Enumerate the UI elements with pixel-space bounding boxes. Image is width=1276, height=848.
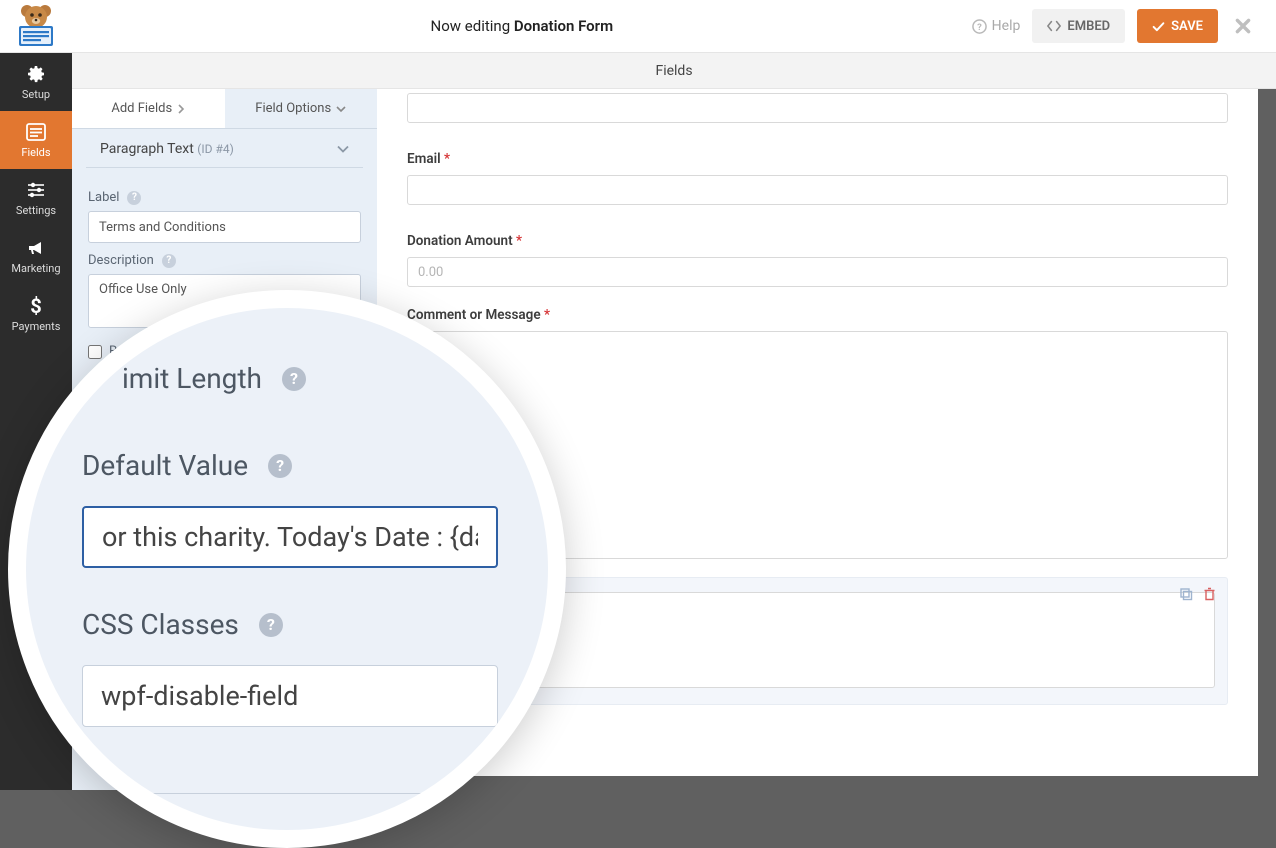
sliders-icon (26, 180, 46, 200)
option-description-label: Description ? (88, 253, 361, 268)
css-classes-text: CSS Classes (82, 608, 239, 641)
tab-field-options[interactable]: Field Options (225, 89, 378, 128)
name-input[interactable] (407, 93, 1228, 123)
field-row-tools (1179, 587, 1217, 601)
svg-text:?: ? (977, 21, 982, 32)
css-classes-section: CSS Classes ? (82, 608, 498, 727)
required-asterisk: * (444, 151, 450, 167)
required-asterisk: * (516, 233, 522, 249)
side-tabs: Add Fields Field Options (72, 89, 377, 129)
close-button[interactable] (1230, 17, 1256, 35)
chevron-down-icon (337, 145, 349, 153)
limit-length-text: imit Length (122, 362, 262, 395)
chevron-down-icon (336, 105, 346, 113)
option-label-label: Label ? (88, 190, 361, 205)
bullhorn-icon (26, 238, 46, 258)
trash-icon[interactable] (1203, 587, 1217, 601)
embed-label: EMBED (1067, 19, 1110, 34)
email-label-text: Email (407, 151, 441, 167)
nav-setup[interactable]: Setup (0, 53, 72, 111)
tab-add-fields[interactable]: Add Fields (72, 89, 225, 128)
amount-label: Donation Amount * (407, 233, 1228, 249)
close-icon (1234, 17, 1252, 35)
field-header[interactable]: Paragraph Text (ID #4) (86, 129, 363, 168)
css-classes-input[interactable] (82, 665, 498, 727)
label-input[interactable] (88, 211, 361, 243)
help-label: Help (992, 18, 1021, 34)
email-label: Email * (407, 151, 1228, 167)
nav-settings[interactable]: Settings (0, 169, 72, 227)
default-value-input[interactable] (82, 506, 498, 568)
save-label: SAVE (1171, 19, 1203, 34)
default-value-label: Default Value ? (82, 449, 498, 482)
field-type-name: Paragraph Text (100, 141, 194, 157)
help-icon[interactable]: ? (282, 367, 306, 391)
field-donation-amount: Donation Amount * (407, 233, 1228, 287)
help-icon[interactable]: ? (127, 191, 141, 205)
css-classes-label: CSS Classes ? (82, 608, 498, 641)
save-button[interactable]: SAVE (1137, 9, 1218, 43)
field-type: Paragraph Text (ID #4) (100, 141, 234, 157)
title-prefix: Now editing (431, 17, 511, 35)
bear-logo-icon (13, 2, 59, 48)
email-input[interactable] (407, 175, 1228, 205)
default-value-text: Default Value (82, 449, 248, 482)
list-icon (26, 122, 46, 142)
field-name (407, 93, 1228, 123)
help-icon[interactable]: ? (268, 454, 292, 478)
help-icon[interactable]: ? (259, 613, 283, 637)
tab-field-options-label: Field Options (255, 101, 331, 116)
nav-settings-label: Settings (16, 204, 56, 217)
field-email: Email * (407, 151, 1228, 205)
gear-icon (26, 64, 46, 84)
subheader: Fields (72, 53, 1276, 89)
zoom-content: imit Length ? Default Value ? CSS Classe… (26, 308, 548, 830)
help-icon: ? (972, 19, 987, 34)
nav-marketing[interactable]: Marketing (0, 227, 72, 285)
nav-fields-label: Fields (21, 146, 50, 159)
help-icon[interactable]: ? (162, 254, 176, 268)
nav-fields[interactable]: Fields (0, 111, 72, 169)
amount-input[interactable] (407, 257, 1228, 287)
subheader-title: Fields (655, 63, 692, 79)
nav-setup-label: Setup (22, 88, 50, 101)
help-link[interactable]: ? Help (972, 18, 1021, 34)
amount-label-text: Donation Amount (407, 233, 513, 249)
check-icon (1152, 20, 1165, 33)
field-id: (ID #4) (197, 142, 234, 156)
option-label-text: Label (88, 190, 119, 205)
page-title: Now editing Donation Form (72, 17, 972, 35)
nav-marketing-label: Marketing (11, 262, 60, 275)
divider (82, 793, 498, 794)
tab-add-fields-label: Add Fields (111, 101, 172, 116)
chevron-right-icon (177, 104, 185, 114)
embed-button[interactable]: EMBED (1032, 9, 1125, 43)
option-description-text: Description (88, 253, 154, 268)
form-name: Donation Form (514, 17, 613, 35)
top-actions: ? Help EMBED SAVE (972, 9, 1276, 43)
zoom-lens: imit Length ? Default Value ? CSS Classe… (8, 290, 566, 848)
top-bar: Now editing Donation Form ? Help EMBED S… (0, 0, 1276, 53)
default-value-section: Default Value ? (82, 449, 498, 568)
wpforms-logo (0, 0, 72, 53)
duplicate-icon[interactable] (1179, 587, 1193, 601)
limit-length-label: imit Length ? (122, 362, 498, 395)
code-icon (1047, 19, 1061, 33)
